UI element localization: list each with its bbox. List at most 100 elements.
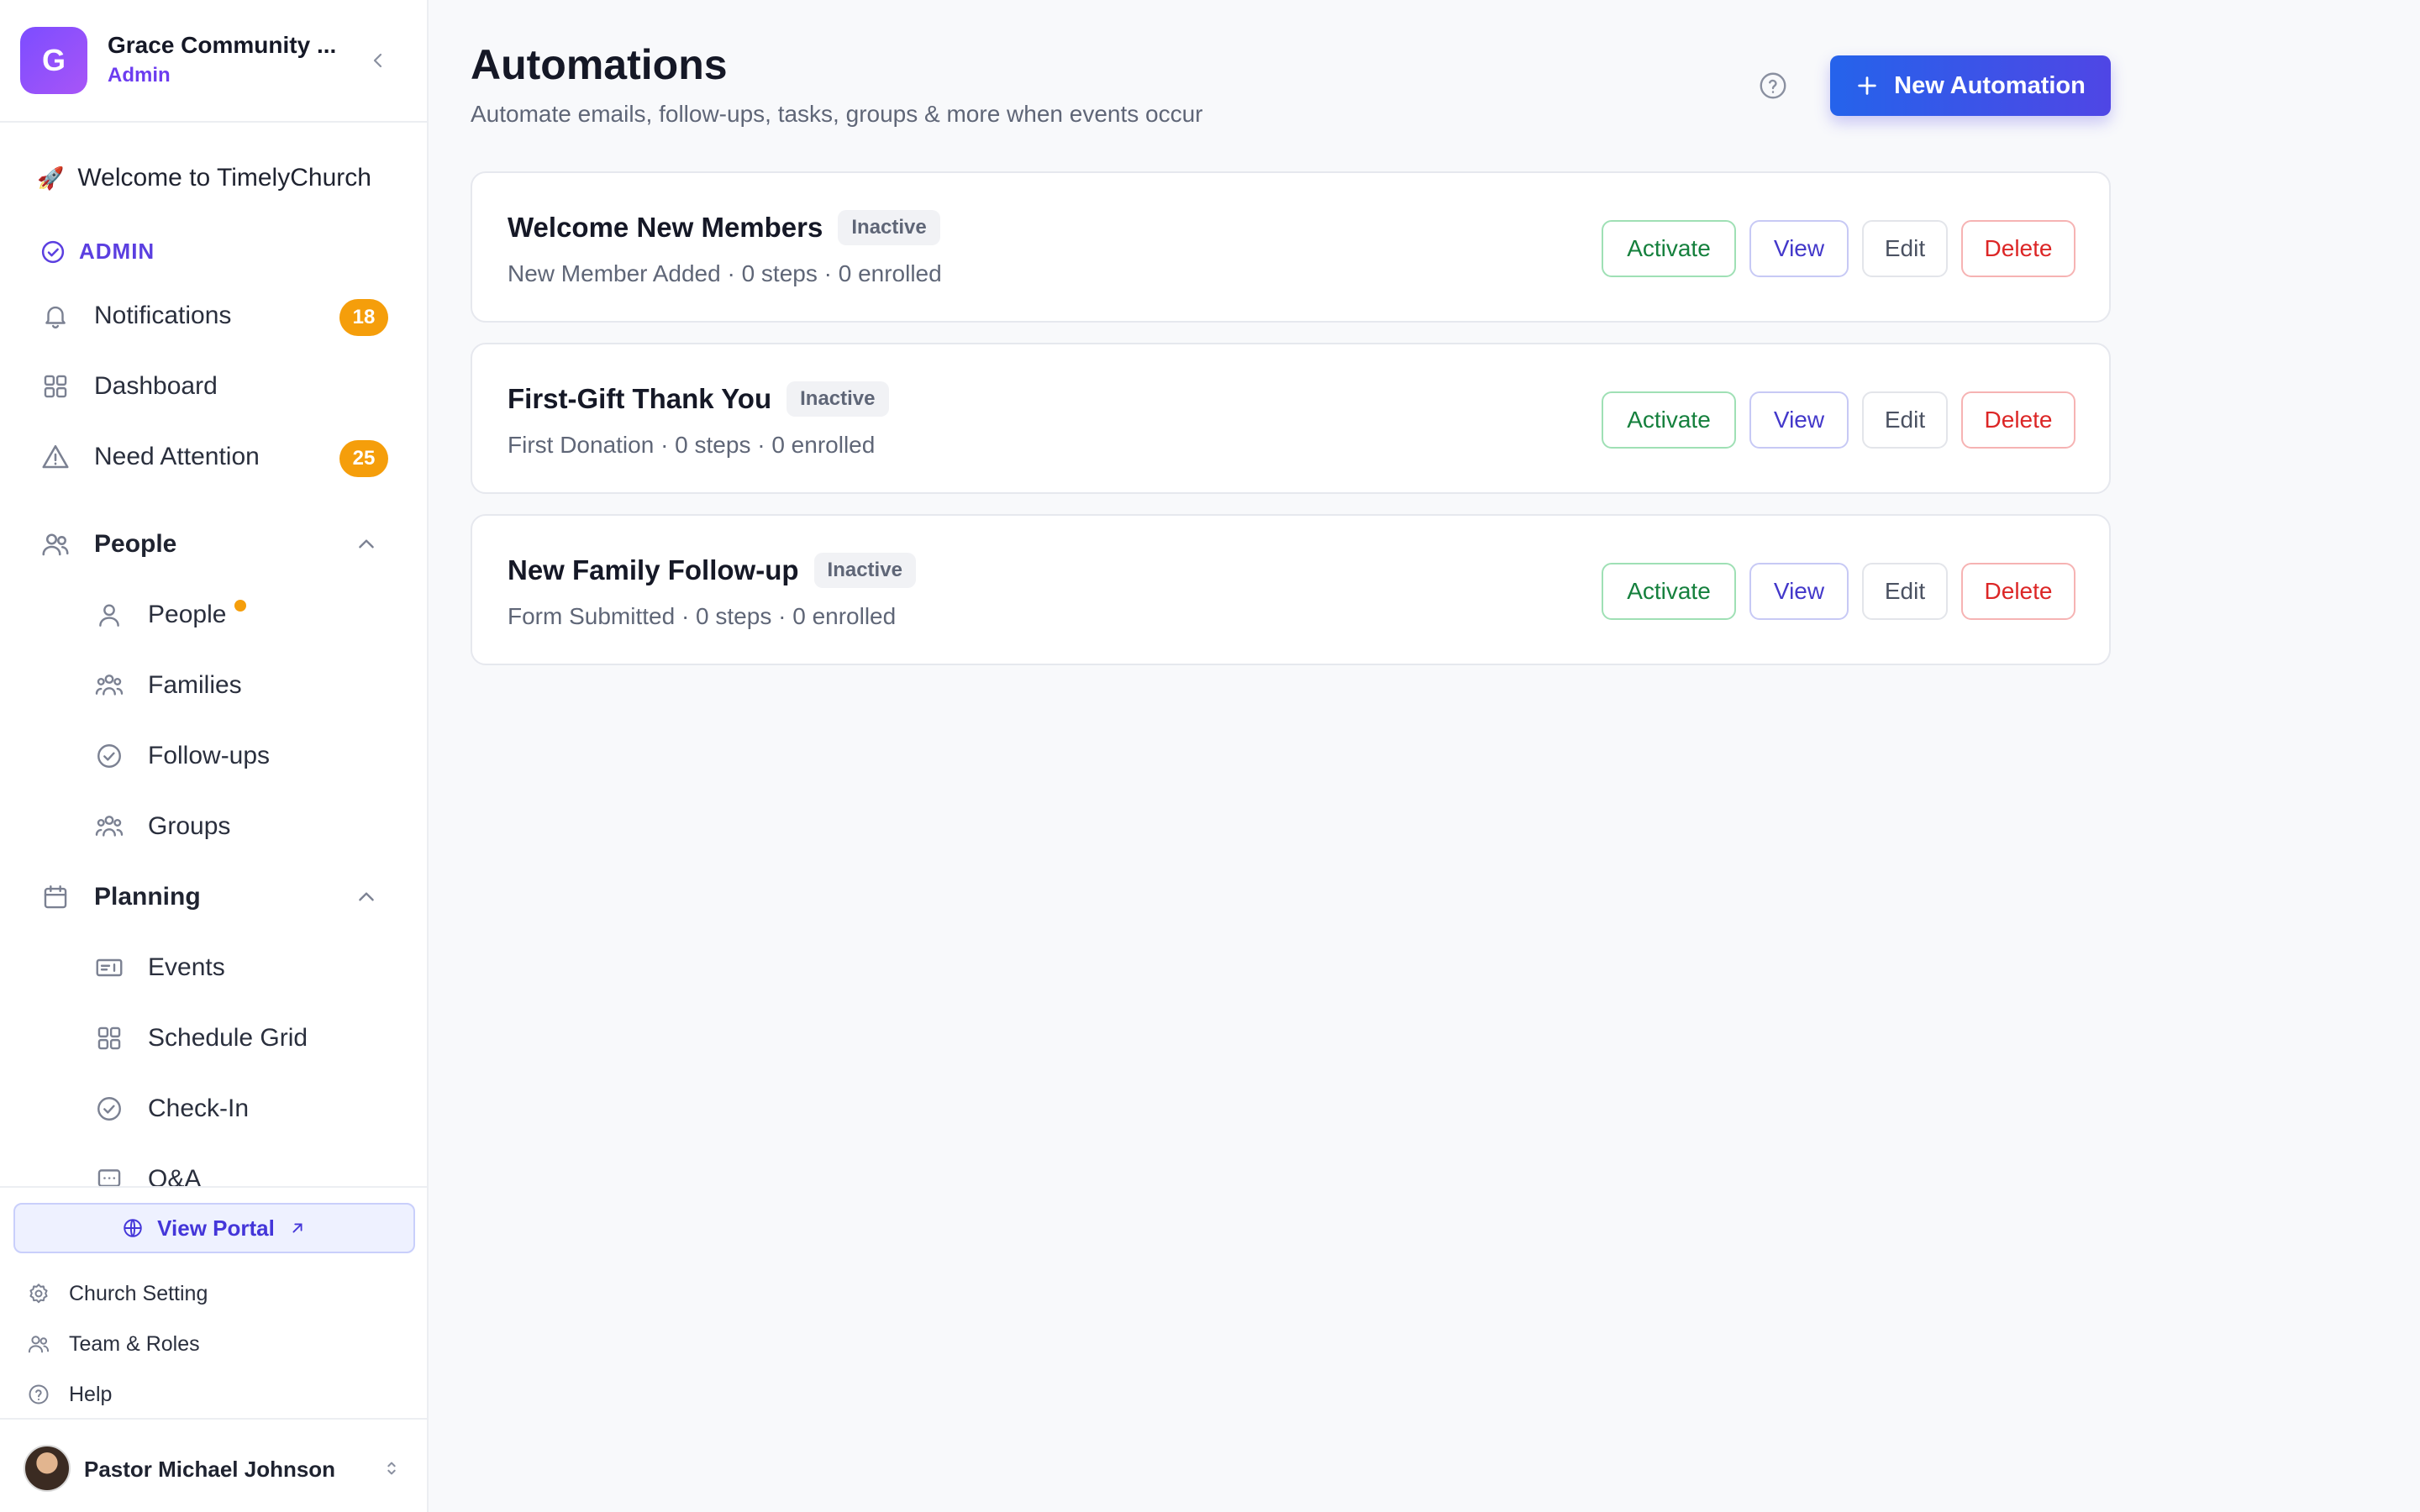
edit-button[interactable]: Edit	[1862, 563, 1948, 620]
gear-icon	[29, 1284, 48, 1304]
sidebar-item-label: Follow-ups	[148, 742, 271, 769]
check-circle-icon	[41, 240, 65, 263]
notifications-count-badge: 18	[339, 299, 388, 336]
help-circle-icon	[1760, 72, 1786, 99]
chat-bubble-icon	[91, 1161, 128, 1186]
users-icon	[28, 1336, 50, 1353]
edit-button[interactable]: Edit	[1862, 391, 1948, 449]
automation-meta: Form Submitted · 0 steps · 0 enrolled	[508, 603, 897, 629]
rocket-icon: 🚀	[37, 165, 65, 191]
team-roles-link[interactable]: Team & Roles	[27, 1327, 200, 1361]
calendar-icon	[37, 879, 74, 916]
sidebar-item-need-attention[interactable]: Need Attention 25	[37, 430, 398, 484]
org-name[interactable]: Grace Community ...	[108, 32, 351, 59]
sidebar-item-events[interactable]: Events	[91, 941, 398, 995]
chevron-up-icon[interactable]	[351, 529, 381, 559]
sidebar-group-people[interactable]: People	[37, 517, 398, 571]
automation-name: First-Gift Thank You	[508, 383, 772, 414]
sidebar-item-label: Welcome to TimelyChurch	[77, 164, 371, 192]
bell-icon	[37, 297, 74, 334]
avatar	[24, 1445, 71, 1492]
need-attention-count-badge: 25	[339, 440, 388, 477]
sidebar-item-groups[interactable]: Groups	[91, 800, 398, 853]
collapse-sidebar-button[interactable]	[361, 44, 395, 77]
sidebar-item-welcome[interactable]: 🚀 Welcome to TimelyChurch	[37, 161, 371, 195]
warning-triangle-icon	[37, 438, 74, 475]
main-content: Automations Automate emails, follow-ups,…	[430, 0, 2420, 1512]
sidebar: G Grace Community ... Admin 🚀 Welcome to…	[0, 0, 429, 1512]
org-logo: G	[20, 27, 87, 94]
sidebar-group-planning[interactable]: Planning	[37, 870, 398, 924]
ticket-icon	[91, 949, 128, 986]
sidebar-item-label: People	[148, 601, 227, 628]
chevron-up-down-icon[interactable]	[376, 1453, 407, 1483]
automation-name: Welcome New Members	[508, 212, 823, 243]
automation-card: First-Gift Thank You Inactive First Donat…	[471, 343, 2111, 494]
page-subtitle: Automate emails, follow-ups, tasks, grou…	[471, 101, 1203, 127]
org-header: G Grace Community ... Admin	[0, 0, 427, 123]
automation-actions: Activate View Edit Delete	[1602, 391, 2075, 449]
sidebar-item-families[interactable]: Families	[91, 659, 398, 712]
groups-icon	[91, 808, 128, 845]
sidebar-footer: View Portal Church Setting Team & Roles …	[0, 1186, 427, 1512]
user-name: Pastor Michael Johnson	[84, 1457, 336, 1482]
view-portal-button[interactable]: View Portal	[13, 1203, 415, 1253]
automation-actions: Activate View Edit Delete	[1602, 563, 2075, 620]
sidebar-item-notifications[interactable]: Notifications 18	[37, 289, 398, 343]
status-badge: Inactive	[813, 553, 916, 588]
sidebar-item-schedule-grid[interactable]: Schedule Grid	[91, 1011, 398, 1065]
automation-card: Welcome New Members Inactive New Member A…	[471, 171, 2111, 323]
chevron-up-icon[interactable]	[351, 882, 381, 912]
church-setting-link[interactable]: Church Setting	[27, 1277, 208, 1310]
user-menu[interactable]: Pastor Michael Johnson	[0, 1418, 427, 1512]
new-automation-button[interactable]: New Automation	[1830, 55, 2111, 116]
sidebar-item-label: Groups	[148, 812, 231, 840]
sidebar-item-label: Dashboard	[94, 372, 218, 400]
help-link[interactable]: Help	[27, 1378, 112, 1411]
sidebar-item-label: Schedule Grid	[148, 1024, 308, 1052]
external-link-icon	[292, 1223, 302, 1233]
activate-button[interactable]: Activate	[1602, 563, 1736, 620]
chevron-left-icon	[373, 53, 382, 68]
globe-icon	[124, 1219, 142, 1237]
help-button[interactable]	[1756, 69, 1790, 102]
grid-icon	[91, 1020, 128, 1057]
view-button[interactable]: View	[1749, 220, 1849, 277]
sidebar-item-label: Check-In	[148, 1095, 250, 1122]
delete-button[interactable]: Delete	[1961, 391, 2075, 449]
sidebar-item-label: Need Attention	[94, 443, 260, 470]
sidebar-item-label: Q&A	[148, 1165, 202, 1186]
sidebar-item-dashboard[interactable]: Dashboard	[37, 360, 398, 413]
sidebar-item-check-in[interactable]: Check-In	[91, 1082, 398, 1136]
section-admin-label: ADMIN	[40, 239, 155, 265]
user-icon	[91, 596, 128, 633]
sidebar-nav[interactable]: 🚀 Welcome to TimelyChurch ADMIN Notifica…	[0, 124, 427, 1186]
page-title: Automations	[471, 41, 728, 88]
automation-meta: New Member Added · 0 steps · 0 enrolled	[508, 260, 942, 286]
sidebar-item-label: Events	[148, 953, 225, 981]
edit-button[interactable]: Edit	[1862, 220, 1948, 277]
delete-button[interactable]: Delete	[1961, 220, 2075, 277]
view-button[interactable]: View	[1749, 563, 1849, 620]
sidebar-group-label: People	[94, 530, 177, 558]
view-button[interactable]: View	[1749, 391, 1849, 449]
automation-name: New Family Follow-up	[508, 554, 799, 585]
family-icon	[91, 667, 128, 704]
sidebar-item-qa[interactable]: Q&A	[91, 1152, 398, 1186]
delete-button[interactable]: Delete	[1961, 563, 2075, 620]
check-circle-icon	[91, 1090, 128, 1127]
sidebar-item-follow-ups[interactable]: Follow-ups	[91, 729, 398, 783]
check-circle-icon	[91, 738, 128, 774]
grid-icon	[37, 368, 74, 405]
help-circle-icon	[29, 1384, 49, 1404]
status-badge: Inactive	[786, 381, 889, 417]
sidebar-group-label: Planning	[94, 883, 201, 911]
sidebar-item-people[interactable]: People	[91, 588, 398, 642]
activate-button[interactable]: Activate	[1602, 391, 1736, 449]
status-badge: Inactive	[838, 210, 940, 245]
plus-icon	[1858, 76, 1876, 95]
org-role: Admin	[108, 64, 171, 87]
activate-button[interactable]: Activate	[1602, 220, 1736, 277]
automation-card: New Family Follow-up Inactive Form Submit…	[471, 514, 2111, 665]
automation-meta: First Donation · 0 steps · 0 enrolled	[508, 432, 876, 458]
